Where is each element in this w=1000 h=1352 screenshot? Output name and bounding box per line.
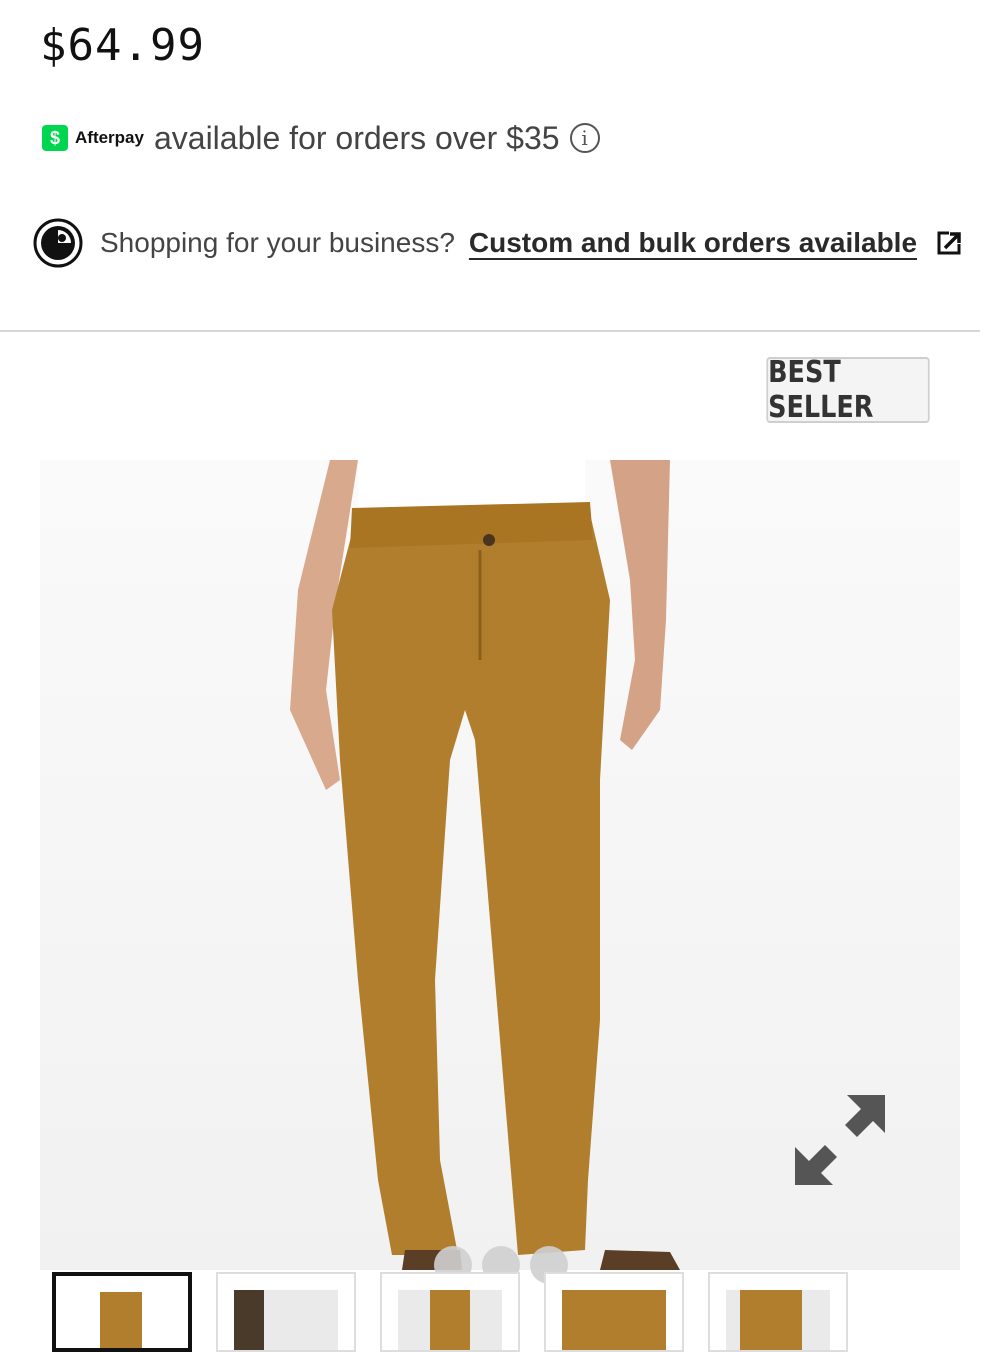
thumbnail-1[interactable] bbox=[52, 1272, 192, 1352]
circle-logo-icon bbox=[33, 218, 83, 268]
best-seller-badge: BEST SELLER bbox=[766, 355, 930, 425]
info-icon[interactable]: i bbox=[569, 123, 600, 153]
thumbnail-strip bbox=[52, 1272, 848, 1352]
business-row: Shopping for your business? Custom and b… bbox=[32, 217, 963, 269]
external-link-icon[interactable] bbox=[937, 230, 963, 256]
afterpay-row: $ Afterpay available for orders over $35… bbox=[42, 118, 600, 158]
afterpay-logo-icon: $ bbox=[42, 125, 68, 151]
afterpay-brand: Afterpay bbox=[75, 128, 144, 147]
thumbnail-3[interactable] bbox=[380, 1272, 520, 1352]
expand-arrows-icon[interactable] bbox=[795, 1095, 887, 1187]
section-divider bbox=[0, 330, 980, 332]
business-prompt: Shopping for your business? bbox=[100, 227, 455, 258]
thumbnail-2[interactable] bbox=[216, 1272, 356, 1352]
thumbnail-5[interactable] bbox=[708, 1272, 848, 1352]
thumbnail-4[interactable] bbox=[544, 1272, 684, 1352]
custom-bulk-orders-link[interactable]: Custom and bulk orders available bbox=[469, 227, 917, 259]
product-price: $64.99 bbox=[40, 20, 205, 71]
afterpay-text: available for orders over $35 bbox=[153, 119, 560, 156]
